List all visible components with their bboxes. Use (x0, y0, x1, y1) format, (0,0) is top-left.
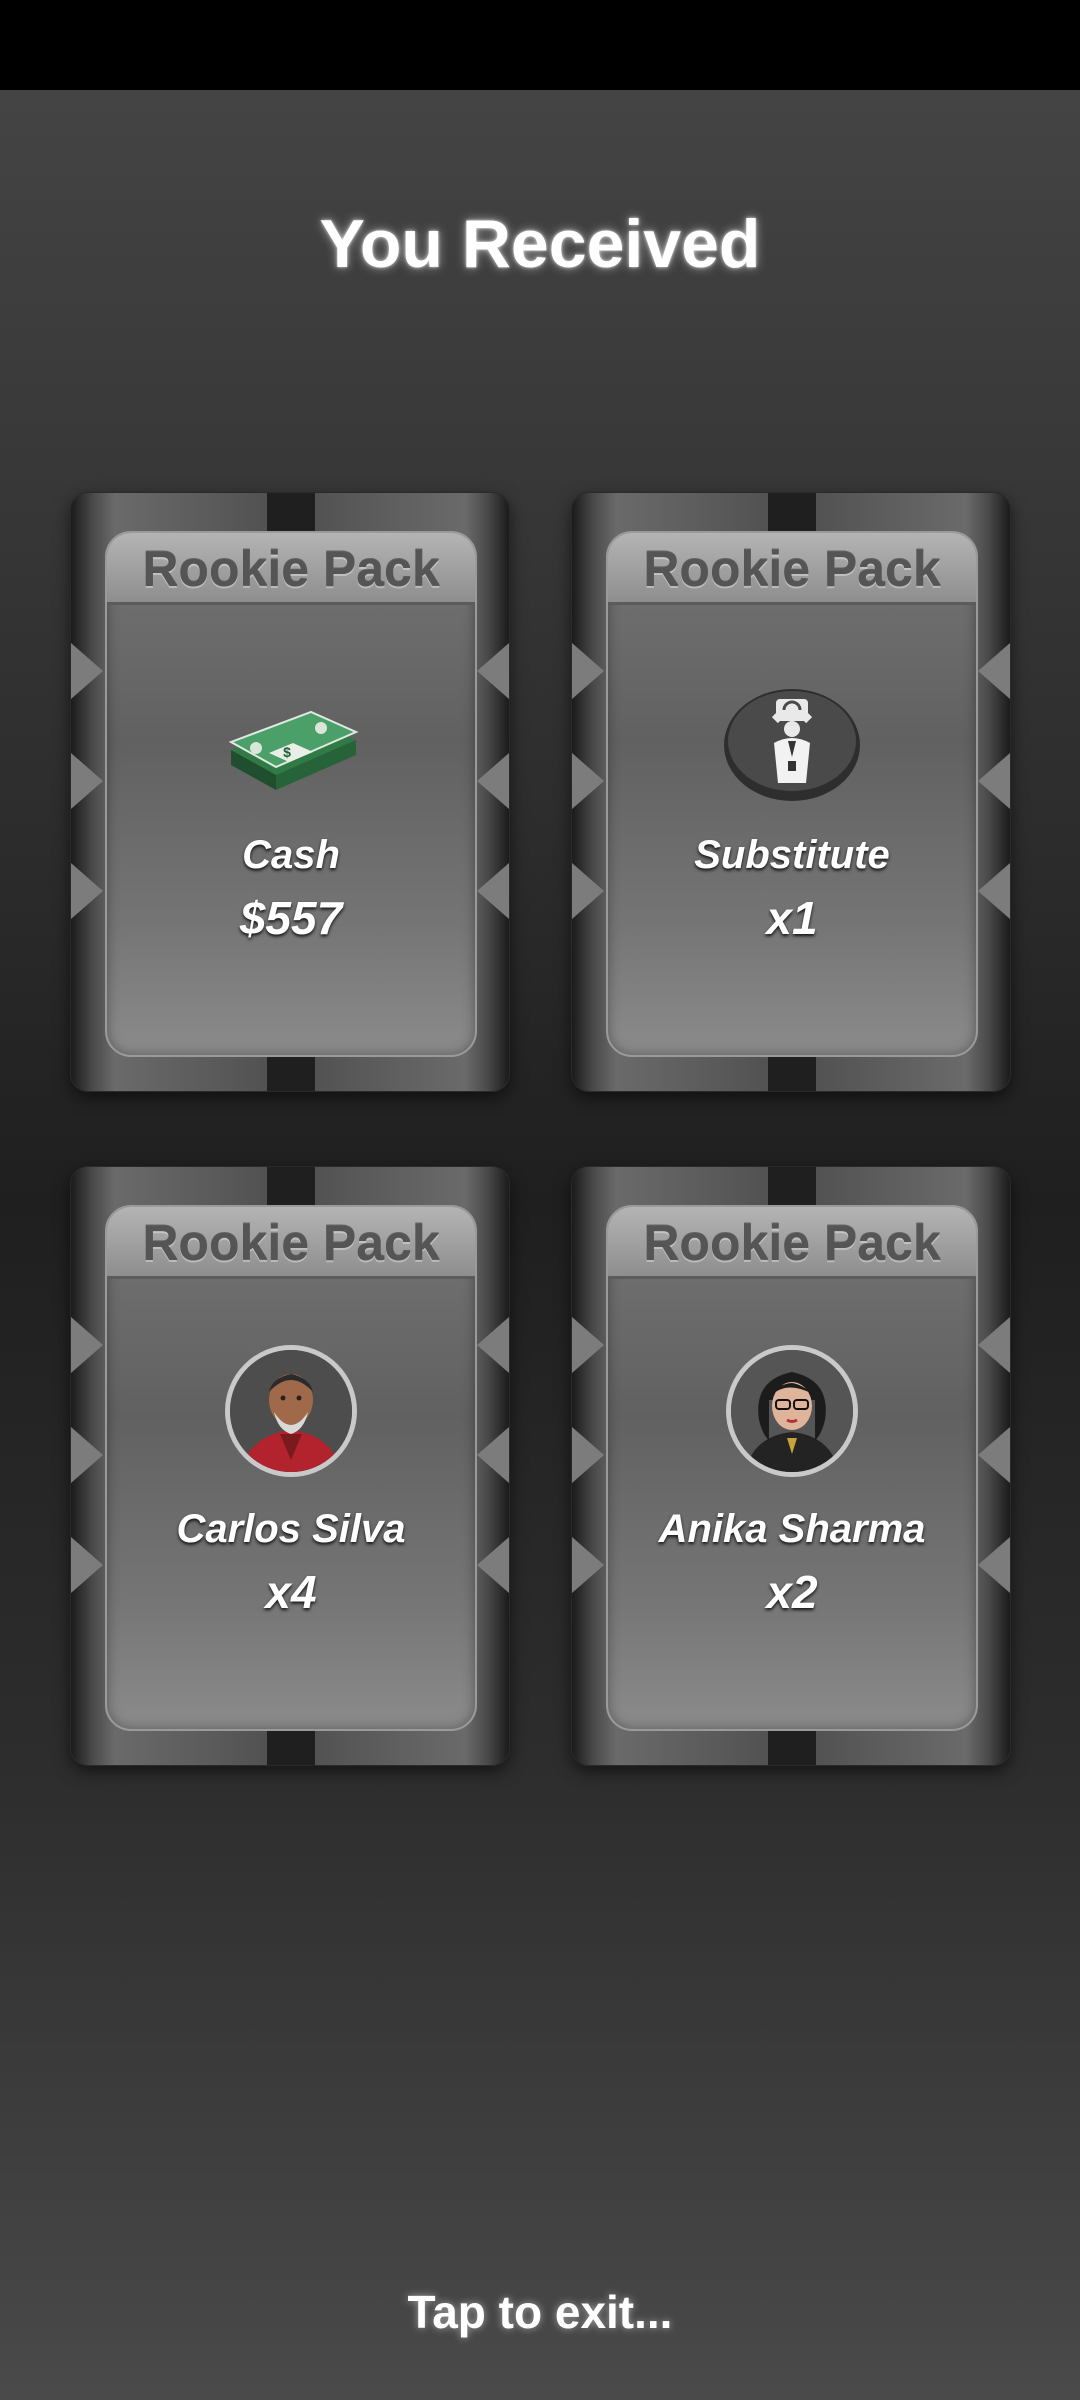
pack-label: Rookie Pack (142, 541, 440, 597)
substitute-icon (722, 685, 862, 805)
reward-amount: $557 (239, 892, 343, 944)
cash-stack-icon: $ (221, 685, 361, 805)
reward-name: Cash (242, 833, 340, 877)
reward-amount: x1 (766, 892, 818, 944)
reward-name: Anika Sharma (658, 1507, 926, 1551)
reward-amount: x2 (766, 1566, 818, 1618)
reward-name: Substitute (694, 833, 890, 877)
player-avatar-anika (726, 1345, 858, 1477)
player-avatar-carlos (225, 1345, 357, 1477)
pack-label: Rookie Pack (643, 541, 941, 597)
reward-amount: x4 (265, 1566, 317, 1618)
pack-label: Rookie Pack (643, 1215, 941, 1271)
reward-card-substitute: Rookie Pack Substitute x1 (571, 492, 1011, 1092)
tap-to-exit-prompt[interactable]: Tap to exit... (0, 2285, 1080, 2339)
reward-card-carlos-silva: Rookie Pack Carlos Silva x4 (70, 1166, 510, 1766)
svg-text:$: $ (283, 744, 291, 760)
reward-card-cash: Rookie Pack $ Cash $557 (70, 492, 510, 1092)
page-title: You Received (319, 206, 761, 282)
reward-card-anika-sharma: Rookie Pack Anika Sharma x2 (571, 1166, 1011, 1766)
status-bar (0, 0, 1080, 90)
pack-label: Rookie Pack (142, 1215, 440, 1271)
reward-name: Carlos Silva (176, 1507, 406, 1551)
